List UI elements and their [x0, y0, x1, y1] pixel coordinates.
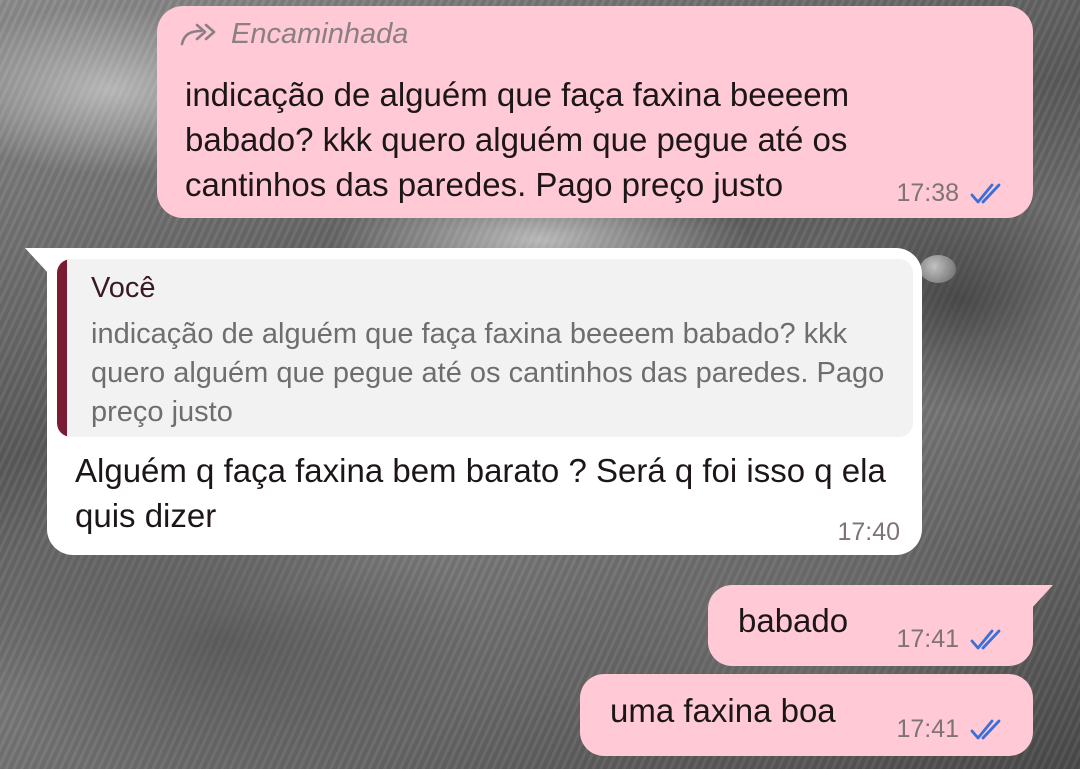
- message-text: indicação de alguém que faça faxina beee…: [185, 76, 859, 203]
- message-meta: 17:41: [896, 715, 1009, 744]
- quoted-reply[interactable]: Você indicação de alguém que faça faxina…: [57, 259, 913, 437]
- quote-accent-bar: [57, 259, 67, 437]
- message-text: babado: [738, 602, 849, 639]
- forwarded-indicator: Encaminhada: [179, 18, 408, 51]
- message-meta: 17:40: [837, 518, 900, 547]
- message-bubble-outgoing-forwarded[interactable]: Encaminhada indicação de alguém que faça…: [157, 6, 1033, 218]
- quoted-text: indicação de alguém que faça faxina beee…: [91, 318, 885, 428]
- message-bubble-outgoing[interactable]: babado 17:41: [708, 585, 1053, 666]
- double-check-read-icon: [970, 719, 1001, 739]
- message-text: Alguém q faça faxina bem barato ? Será q…: [75, 452, 895, 534]
- double-check-read-icon: [970, 629, 1001, 649]
- message-meta: 17:41: [896, 625, 1009, 654]
- message-time: 17:41: [896, 715, 959, 743]
- forwarded-label: Encaminhada: [231, 18, 409, 50]
- message-time: 17:41: [896, 625, 959, 653]
- message-meta: 17:38: [896, 179, 1009, 208]
- message-text: uma faxina boa: [610, 692, 836, 729]
- message-time: 17:38: [896, 179, 959, 207]
- double-check-read-icon: [970, 183, 1001, 203]
- message-bubble-outgoing[interactable]: uma faxina boa 17:41: [580, 674, 1033, 756]
- quoted-author: Você: [91, 272, 156, 304]
- message-time: 17:40: [837, 518, 900, 546]
- message-bubble-incoming[interactable]: Você indicação de alguém que faça faxina…: [25, 248, 922, 555]
- forward-arrow-icon: [180, 23, 216, 45]
